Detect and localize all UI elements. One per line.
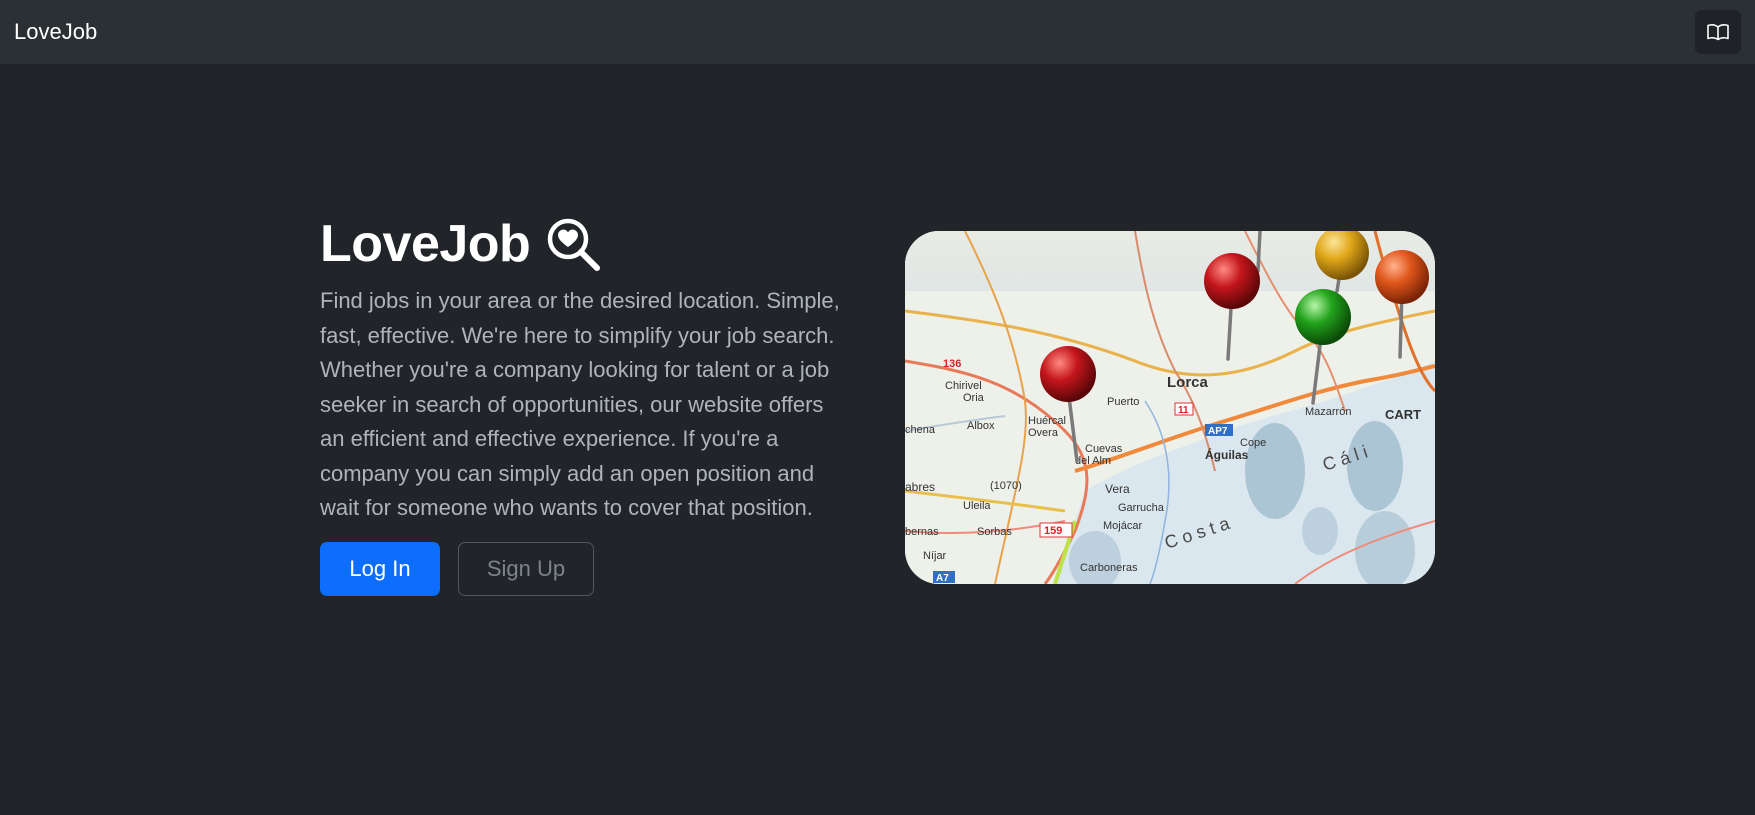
- map-label-cope: Cope: [1240, 437, 1266, 449]
- pin-red-1: [1040, 346, 1096, 402]
- road-136: 136: [943, 358, 961, 370]
- navbar-brand[interactable]: LoveJob: [14, 19, 97, 45]
- map-label-garrucha: Garrucha: [1118, 502, 1165, 514]
- pin-green: [1295, 289, 1351, 345]
- hero-section: LoveJob Find jobs in your area or the de…: [320, 212, 850, 596]
- map-label-uleila: Uleila: [963, 500, 991, 512]
- login-button[interactable]: Log In: [320, 541, 440, 596]
- map-label-carboneras: Carboneras: [1080, 562, 1138, 574]
- map-label-almanzora: del Alm: [1075, 455, 1111, 467]
- road-a7: A7: [936, 573, 949, 584]
- road-ap7: AP7: [1208, 426, 1228, 437]
- hero-title-text: LoveJob: [320, 215, 531, 273]
- pin-orange: [1375, 250, 1429, 304]
- pin-red-2: [1204, 253, 1260, 309]
- map-label-cart: CART: [1385, 407, 1421, 422]
- top-navbar: LoveJob: [0, 0, 1755, 64]
- signup-button[interactable]: Sign Up: [458, 541, 594, 596]
- map-label-road-1070: (1070): [990, 480, 1022, 492]
- map-label-tabernas: bernas: [905, 526, 939, 538]
- map-label-fines: abres: [905, 480, 935, 494]
- map-label-chirivel: Chirivel: [945, 380, 982, 392]
- map-label-oria: Oria: [963, 392, 985, 404]
- book-open-icon: [1707, 24, 1729, 41]
- map-label-vera: Vera: [1105, 482, 1130, 496]
- map-label-aguilas: Águilas: [1205, 447, 1249, 462]
- heart-search-icon: [544, 215, 602, 273]
- map-label-mojacar: Mojácar: [1103, 520, 1142, 532]
- map-label-albox: Albox: [967, 420, 995, 432]
- road-11: 11: [1178, 405, 1189, 416]
- map-label-huercal: Huércal: [1028, 415, 1066, 427]
- map-label-lorca: Lorca: [1167, 374, 1209, 391]
- map-label-cuevas: Cuevas: [1085, 443, 1123, 455]
- map-label-mazarron: Mazarrón: [1305, 406, 1351, 418]
- hero-description: Find jobs in your area or the desired lo…: [320, 288, 840, 520]
- map-label-sorbas: Sorbas: [977, 526, 1012, 538]
- road-159: 159: [1044, 525, 1062, 537]
- map-illustration: Lorca Puerto Huércal Overa Cuevas del Al…: [905, 231, 1435, 584]
- hero-actions: Log In Sign Up: [320, 541, 850, 596]
- map-label-overa: Overa: [1028, 427, 1059, 439]
- map-label-puerto: Puerto: [1107, 396, 1139, 408]
- hero-title: LoveJob: [320, 212, 850, 276]
- map-label-cantoria: chena: [905, 424, 936, 436]
- theme-toggle-button[interactable]: [1695, 10, 1741, 54]
- map-label-nijar: Níjar: [923, 550, 947, 562]
- map-pins-image: Lorca Puerto Huércal Overa Cuevas del Al…: [905, 231, 1435, 584]
